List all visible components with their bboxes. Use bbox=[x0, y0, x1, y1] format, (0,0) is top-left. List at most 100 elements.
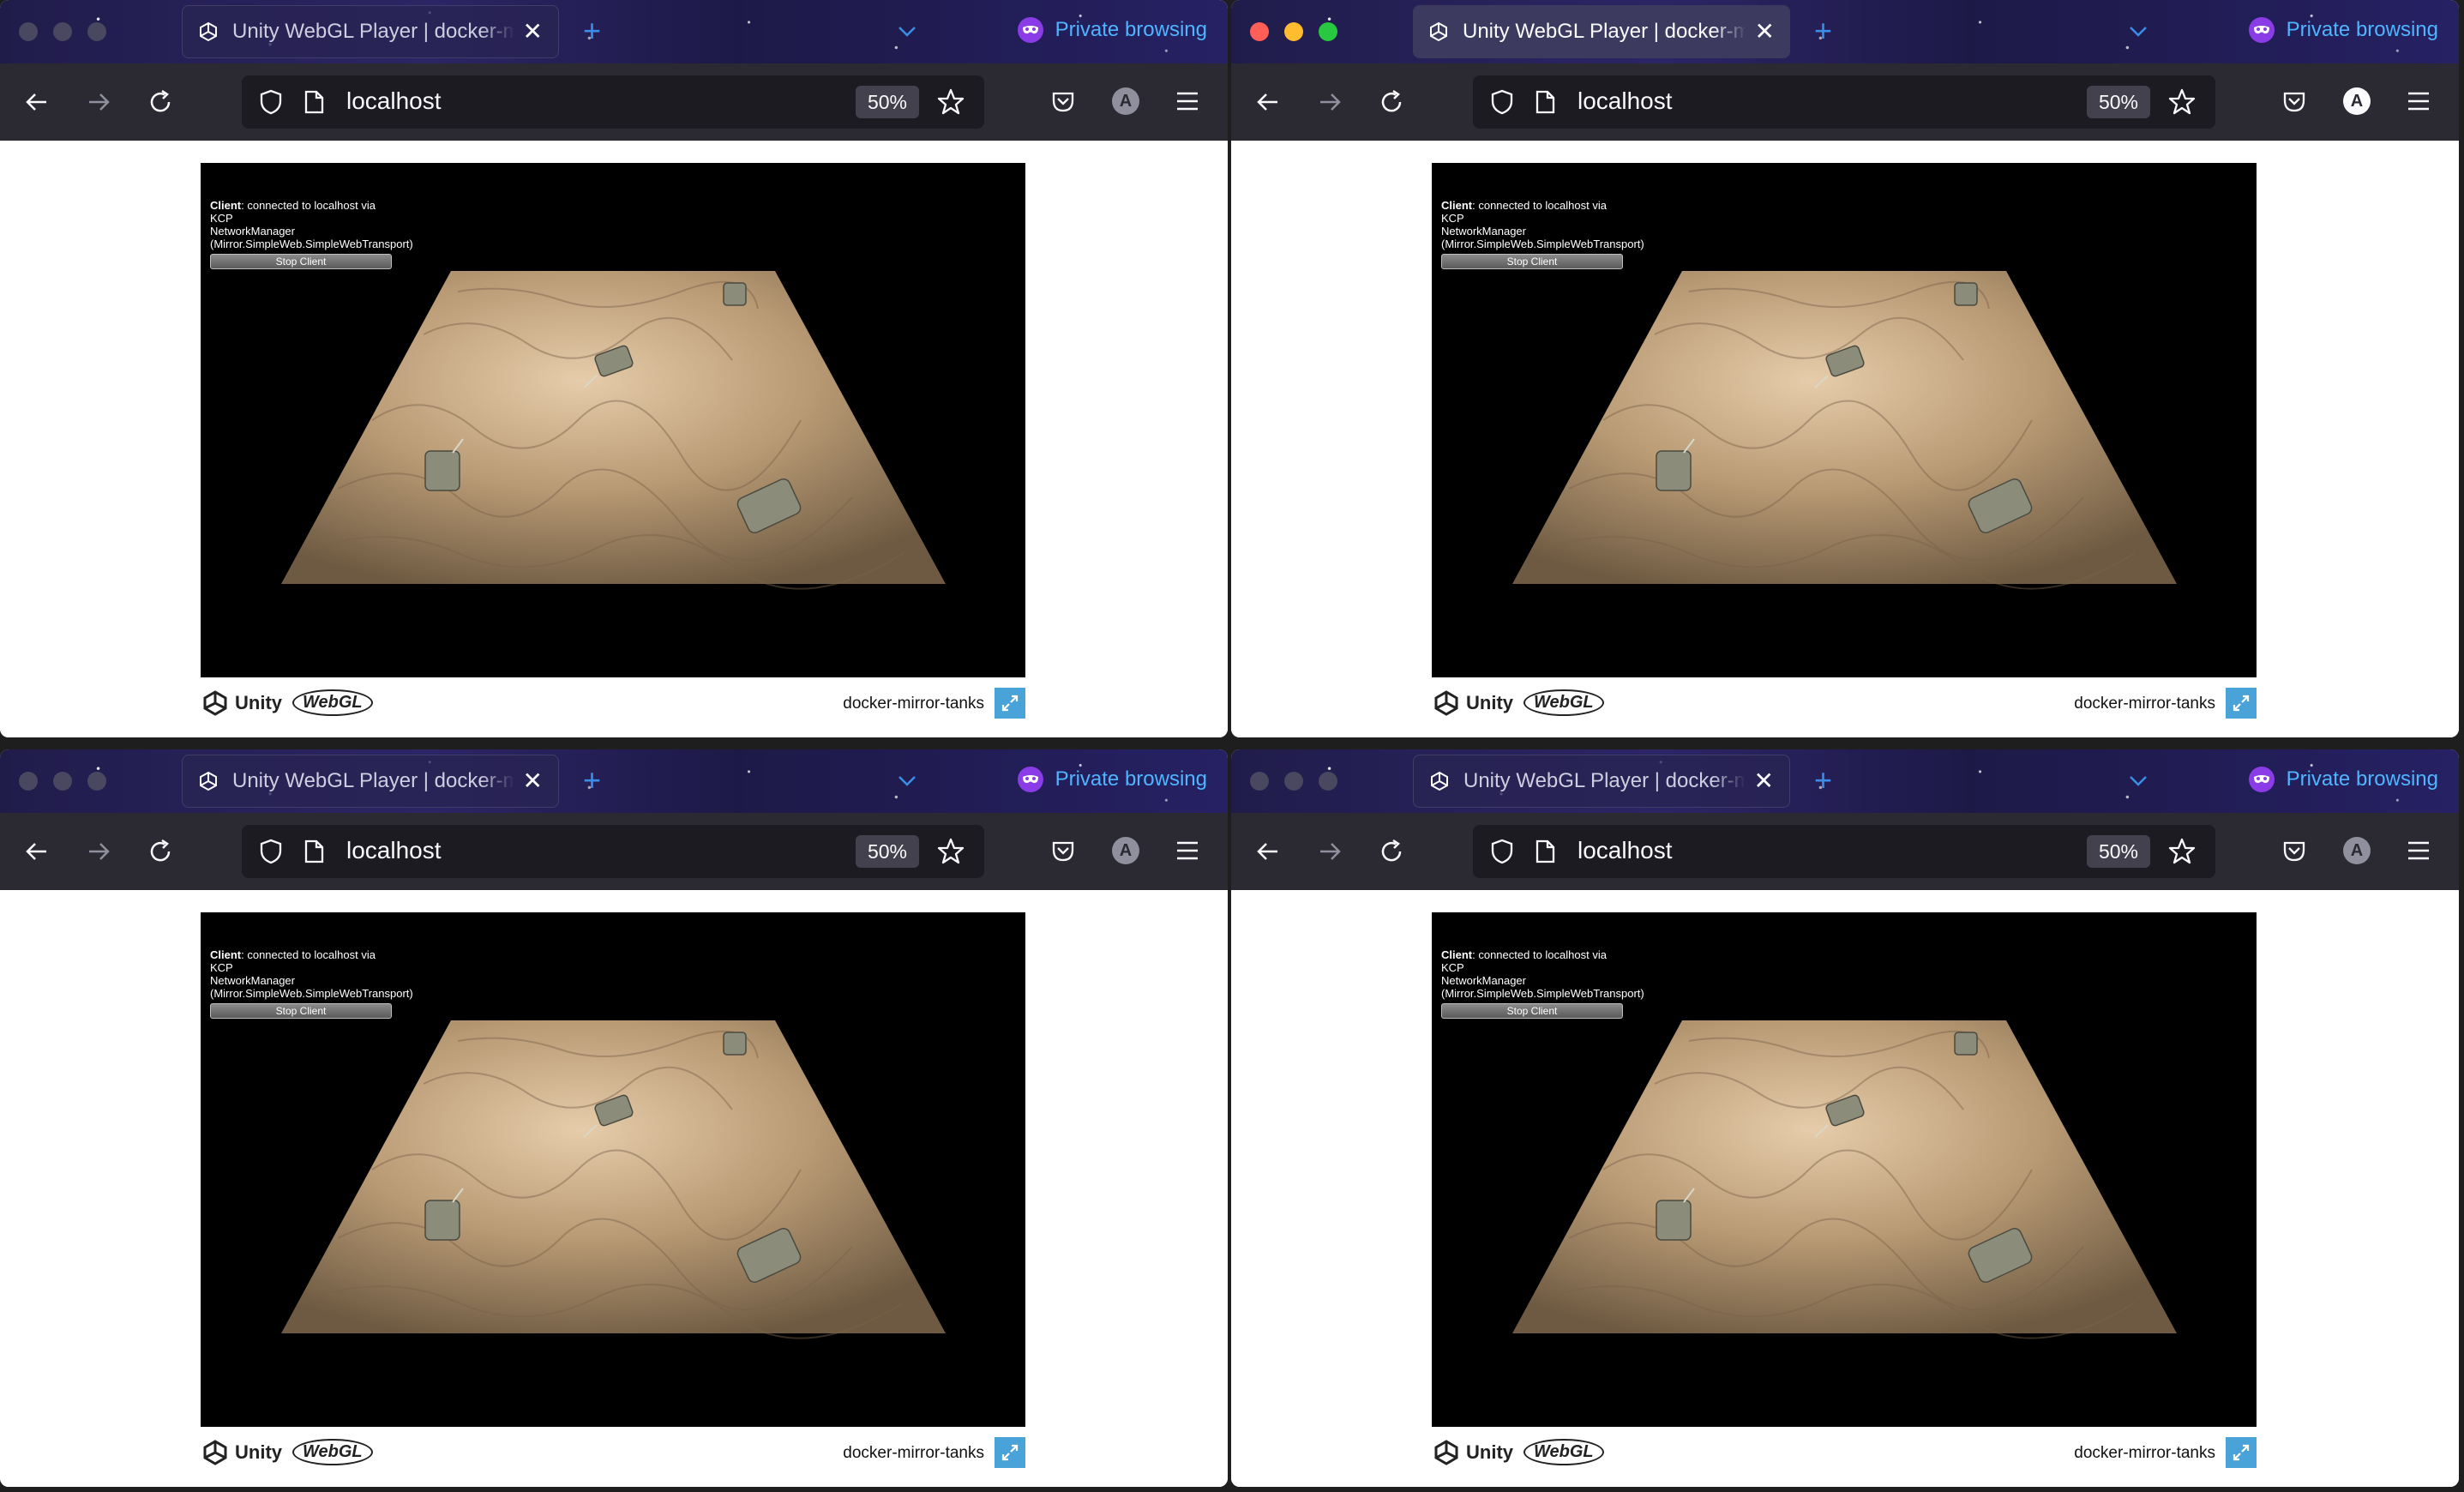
window-maximize-button[interactable] bbox=[87, 22, 106, 41]
zoom-level-badge[interactable]: 50% bbox=[856, 835, 919, 868]
window-minimize-button[interactable] bbox=[53, 772, 72, 791]
new-tab-button[interactable]: + bbox=[583, 765, 601, 796]
tracking-shield-icon[interactable] bbox=[1488, 838, 1516, 865]
window-maximize-button[interactable] bbox=[1319, 22, 1337, 41]
stop-client-button[interactable]: Stop Client bbox=[1441, 254, 1623, 269]
tracking-shield-icon[interactable] bbox=[257, 88, 285, 116]
tab-strip: Unity WebGL Player | docker-mirror-tanks… bbox=[1231, 0, 2459, 63]
address-bar[interactable]: localhost 50% bbox=[242, 825, 984, 878]
zoom-level-badge[interactable]: 50% bbox=[856, 86, 919, 118]
tracking-shield-icon[interactable] bbox=[257, 838, 285, 865]
hamburger-menu-icon[interactable] bbox=[1175, 89, 1200, 113]
pocket-icon[interactable] bbox=[1049, 837, 1077, 864]
tab-active[interactable]: Unity WebGL Player | docker-mirror-tanks… bbox=[182, 5, 559, 58]
hamburger-menu-icon[interactable] bbox=[1175, 839, 1200, 863]
bookmark-star-icon[interactable] bbox=[2167, 87, 2197, 117]
address-bar[interactable]: localhost 50% bbox=[1473, 825, 2215, 878]
url-text[interactable]: localhost bbox=[346, 837, 442, 864]
stop-client-button[interactable]: Stop Client bbox=[1441, 1003, 1623, 1019]
account-avatar-icon[interactable]: A bbox=[1112, 837, 1139, 864]
account-avatar-icon[interactable]: A bbox=[2343, 87, 2371, 115]
window-close-button[interactable] bbox=[1250, 22, 1269, 41]
hud-client-label: Client bbox=[1441, 948, 1473, 961]
window-close-button[interactable] bbox=[1250, 772, 1269, 791]
account-avatar-icon[interactable]: A bbox=[1112, 87, 1139, 115]
back-arrow-icon[interactable] bbox=[1253, 837, 1283, 866]
page-icon[interactable] bbox=[302, 89, 326, 115]
tracking-shield-icon[interactable] bbox=[1488, 88, 1516, 116]
new-tab-button[interactable]: + bbox=[1814, 765, 1832, 796]
fullscreen-expand-icon[interactable] bbox=[2226, 1437, 2257, 1468]
window-minimize-button[interactable] bbox=[1284, 772, 1303, 791]
account-avatar-icon[interactable]: A bbox=[2343, 837, 2371, 864]
forward-arrow-icon[interactable] bbox=[84, 837, 113, 866]
window-minimize-button[interactable] bbox=[1284, 22, 1303, 41]
fullscreen-expand-icon[interactable] bbox=[995, 1437, 1025, 1468]
new-tab-button[interactable]: + bbox=[583, 15, 601, 46]
url-text[interactable]: localhost bbox=[346, 87, 442, 115]
forward-arrow-icon[interactable] bbox=[1315, 87, 1344, 117]
hamburger-menu-icon[interactable] bbox=[2406, 839, 2431, 863]
window-maximize-button[interactable] bbox=[1319, 772, 1337, 791]
zoom-level-badge[interactable]: 50% bbox=[2087, 86, 2150, 118]
unity-wordmark: Unity bbox=[1466, 1441, 1513, 1463]
stop-client-button[interactable]: Stop Client bbox=[210, 1003, 392, 1019]
bookmark-star-icon[interactable] bbox=[936, 87, 965, 117]
unity-webgl-logo: Unity WebGL bbox=[202, 689, 373, 716]
hud-client-label: Client bbox=[1441, 199, 1473, 212]
tab-list-chevron-icon[interactable] bbox=[895, 768, 919, 792]
window-maximize-button[interactable] bbox=[87, 772, 106, 791]
unity-game-canvas[interactable]: Client: connected to localhost via KCP N… bbox=[201, 163, 1025, 677]
pocket-icon[interactable] bbox=[2281, 87, 2308, 115]
tab-list-chevron-icon[interactable] bbox=[895, 19, 919, 43]
unity-game-canvas[interactable]: Client: connected to localhost via KCP N… bbox=[1432, 912, 2257, 1427]
tab-title: Unity WebGL Player | docker-mirror-tanks bbox=[1463, 20, 1746, 43]
tab-active[interactable]: Unity WebGL Player | docker-mirror-tanks… bbox=[1413, 5, 1790, 58]
reload-icon[interactable] bbox=[1377, 87, 1406, 117]
stop-client-button[interactable]: Stop Client bbox=[210, 254, 392, 269]
window-minimize-button[interactable] bbox=[53, 22, 72, 41]
bookmark-star-icon[interactable] bbox=[936, 837, 965, 866]
private-browsing-indicator: Private browsing bbox=[1017, 17, 1207, 43]
forward-arrow-icon[interactable] bbox=[1315, 837, 1344, 866]
pocket-icon[interactable] bbox=[2281, 837, 2308, 864]
webgl-wordmark: WebGL bbox=[1523, 1439, 1604, 1465]
tab-close-icon[interactable]: ✕ bbox=[523, 20, 543, 44]
unity-game-canvas[interactable]: Client: connected to localhost via KCP N… bbox=[1432, 163, 2257, 677]
zoom-level-badge[interactable]: 50% bbox=[2087, 835, 2150, 868]
fullscreen-expand-icon[interactable] bbox=[2226, 688, 2257, 719]
window-close-button[interactable] bbox=[19, 772, 38, 791]
page-icon[interactable] bbox=[302, 839, 326, 864]
window-close-button[interactable] bbox=[19, 22, 38, 41]
forward-arrow-icon[interactable] bbox=[84, 87, 113, 117]
reload-icon[interactable] bbox=[146, 87, 175, 117]
tab-close-icon[interactable]: ✕ bbox=[523, 769, 543, 793]
unity-game-canvas[interactable]: Client: connected to localhost via KCP N… bbox=[201, 912, 1025, 1427]
tab-close-icon[interactable]: ✕ bbox=[1754, 769, 1774, 793]
bookmark-star-icon[interactable] bbox=[2167, 837, 2197, 866]
fullscreen-expand-icon[interactable] bbox=[995, 688, 1025, 719]
page-icon[interactable] bbox=[1533, 89, 1557, 115]
tab-list-chevron-icon[interactable] bbox=[2126, 768, 2150, 792]
url-text[interactable]: localhost bbox=[1578, 837, 1673, 864]
page-content: Client: connected to localhost via KCP N… bbox=[0, 890, 1228, 1487]
address-bar[interactable]: localhost 50% bbox=[1473, 75, 2215, 129]
url-text[interactable]: localhost bbox=[1578, 87, 1673, 115]
back-arrow-icon[interactable] bbox=[22, 87, 51, 117]
hud-network-manager-text: NetworkManager (Mirror.SimpleWeb.SimpleW… bbox=[210, 225, 413, 250]
unity-webgl-logo: Unity WebGL bbox=[1433, 1439, 1604, 1465]
hamburger-menu-icon[interactable] bbox=[2406, 89, 2431, 113]
tab-list-chevron-icon[interactable] bbox=[2126, 19, 2150, 43]
address-bar[interactable]: localhost 50% bbox=[242, 75, 984, 129]
tab-close-icon[interactable]: ✕ bbox=[1755, 20, 1775, 44]
back-arrow-icon[interactable] bbox=[22, 837, 51, 866]
page-icon[interactable] bbox=[1533, 839, 1557, 864]
reload-icon[interactable] bbox=[1377, 837, 1406, 866]
tab-active[interactable]: Unity WebGL Player | docker-mirror-tanks… bbox=[182, 755, 559, 808]
pocket-icon[interactable] bbox=[1049, 87, 1077, 115]
back-arrow-icon[interactable] bbox=[1253, 87, 1283, 117]
tab-active[interactable]: Unity WebGL Player | docker-mirror-tanks… bbox=[1413, 755, 1790, 808]
private-mask-icon bbox=[2248, 17, 2275, 43]
reload-icon[interactable] bbox=[146, 837, 175, 866]
new-tab-button[interactable]: + bbox=[1814, 15, 1832, 46]
